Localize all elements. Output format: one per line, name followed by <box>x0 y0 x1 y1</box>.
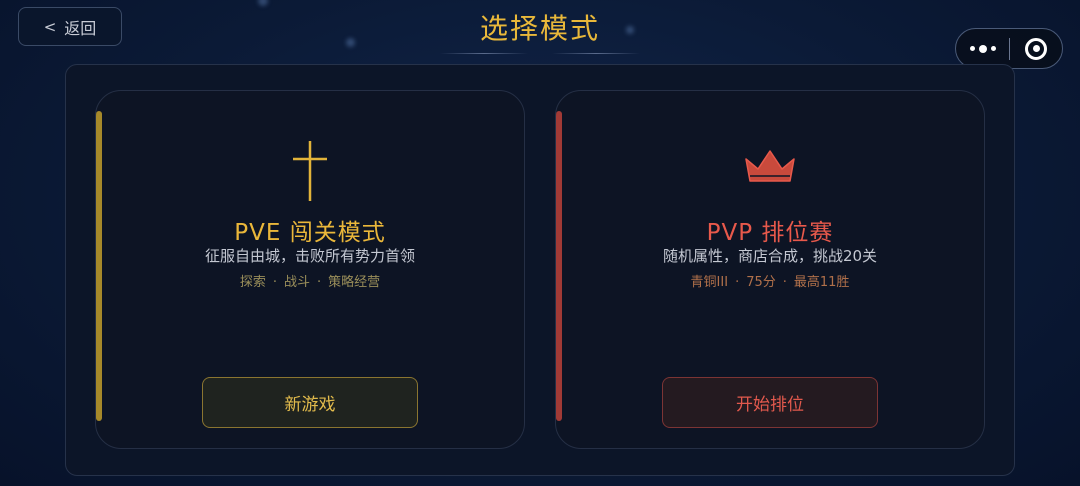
mode-title: PVE 闯关模式 <box>234 220 386 246</box>
tag-separator: · <box>317 275 322 290</box>
tag-separator: · <box>272 275 277 290</box>
target-close-icon[interactable] <box>1010 29 1062 68</box>
sword-icon <box>96 139 524 203</box>
rank-score: 75分 <box>746 275 776 290</box>
crown-icon <box>556 149 984 185</box>
tag-separator: · <box>735 275 740 290</box>
new-game-button[interactable]: 新游戏 <box>202 377 418 428</box>
more-dots-icon[interactable] <box>956 29 1009 68</box>
mode-tags: 探索 · 战斗 · 策略经营 <box>96 271 524 290</box>
mode-description: 征服自由城，击败所有势力首领 <box>204 247 415 265</box>
page-title: 选择模式 <box>479 12 600 45</box>
background-glow <box>258 0 268 6</box>
mode-card-pve: PVE 闯关模式 征服自由城，击败所有势力首领 探索 · 战斗 · 策略经营 新游戏 <box>95 90 525 449</box>
title-divider <box>552 53 640 54</box>
tag-separator: · <box>782 275 787 290</box>
tag: 战斗 <box>283 275 310 290</box>
mode-description: 随机属性，商店合成，挑战20关 <box>662 247 878 265</box>
start-ranked-button[interactable]: 开始排位 <box>662 377 878 428</box>
tag: 策略经营 <box>328 275 381 290</box>
title-divider <box>440 53 528 54</box>
best-wins: 最高11胜 <box>793 275 850 290</box>
rank-tier: 青铜III <box>690 275 729 290</box>
menu-capsule <box>955 28 1063 69</box>
mode-title: PVP 排位赛 <box>706 220 834 246</box>
mode-card-pvp: PVP 排位赛 随机属性，商店合成，挑战20关 青铜III · 75分 · 最高11胜 … <box>555 90 985 449</box>
mode-tags: 青铜III · 75分 · 最高11胜 <box>556 271 984 290</box>
tag: 探索 <box>239 275 266 290</box>
